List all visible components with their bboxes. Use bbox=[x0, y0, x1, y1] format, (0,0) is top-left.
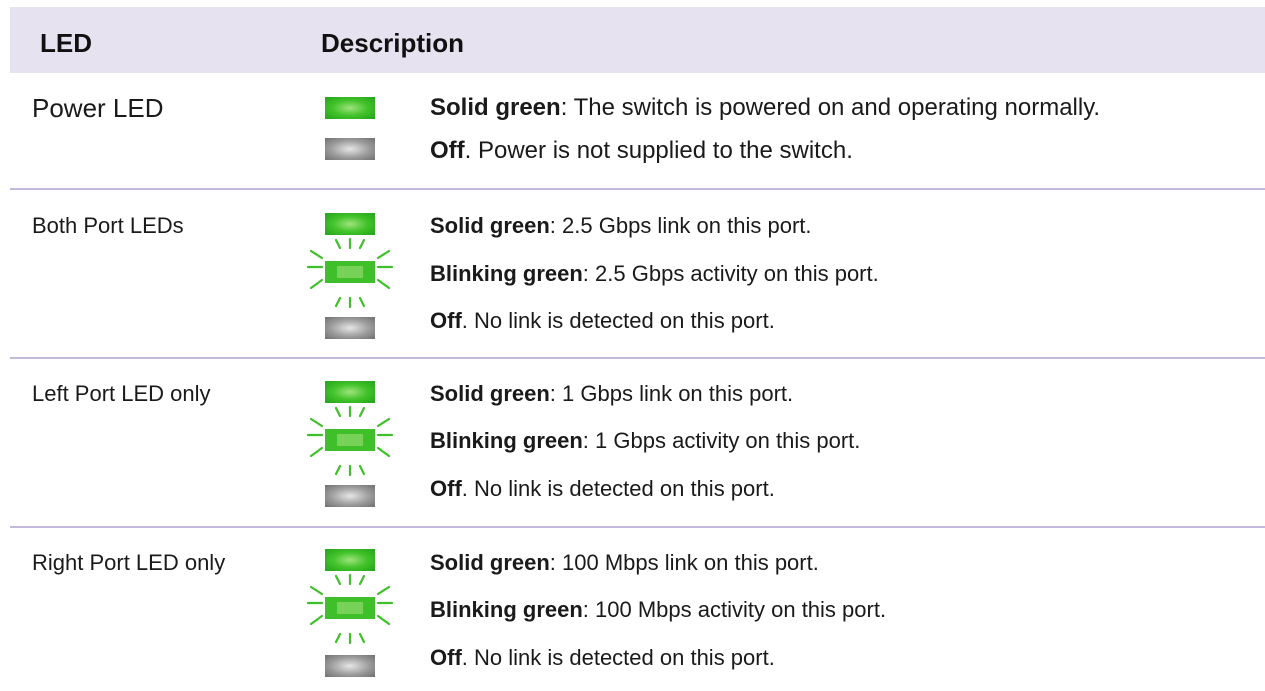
description-line: Blinking green: 1 Gbps activity on this … bbox=[430, 428, 861, 453]
row-divider bbox=[10, 188, 1265, 190]
row-name: Power LED bbox=[32, 93, 164, 123]
table-header: LED Description bbox=[10, 7, 1265, 73]
state-label: Blinking green bbox=[430, 597, 583, 622]
row-divider bbox=[10, 526, 1265, 528]
row-name: Left Port LED only bbox=[32, 381, 211, 406]
description-line: Solid green: The switch is powered on an… bbox=[430, 94, 1101, 121]
solid-green-led-icon bbox=[325, 97, 375, 119]
off-led-icon bbox=[325, 138, 375, 160]
state-label: Solid green bbox=[430, 550, 550, 575]
header-description: Description bbox=[321, 28, 465, 58]
state-label: Solid green bbox=[430, 94, 561, 121]
description-line: Blinking green: 2.5 Gbps activity on thi… bbox=[430, 261, 879, 286]
description-line: Off. Power is not supplied to the switch… bbox=[430, 137, 853, 164]
off-led-icon bbox=[325, 655, 375, 677]
description-line: Off. No link is detected on this port. bbox=[430, 476, 775, 501]
state-label: Solid green bbox=[430, 213, 550, 238]
state-label: Solid green bbox=[430, 381, 550, 406]
off-led-icon bbox=[325, 317, 375, 339]
description-line: Off. No link is detected on this port. bbox=[430, 308, 775, 333]
state-label: Blinking green bbox=[430, 428, 583, 453]
description-line: Solid green: 2.5 Gbps link on this port. bbox=[430, 213, 812, 238]
description-line: Off. No link is detected on this port. bbox=[430, 645, 775, 670]
description-line: Solid green: 1 Gbps link on this port. bbox=[430, 381, 794, 406]
state-label: Off bbox=[430, 476, 462, 501]
state-label: Off bbox=[430, 645, 462, 670]
solid-green-led-icon bbox=[325, 381, 375, 403]
description-line: Blinking green: 100 Mbps activity on thi… bbox=[430, 597, 887, 622]
row-name: Right Port LED only bbox=[32, 550, 226, 575]
state-label: Off bbox=[430, 308, 462, 333]
blinking-green-led-icon bbox=[306, 238, 394, 308]
state-label: Off bbox=[430, 137, 465, 164]
solid-green-led-icon bbox=[325, 549, 375, 571]
solid-green-led-icon bbox=[325, 213, 375, 235]
description-line: Solid green: 100 Mbps link on this port. bbox=[430, 550, 819, 575]
blinking-green-led-icon bbox=[306, 406, 394, 476]
row-name: Both Port LEDs bbox=[32, 213, 184, 238]
blinking-green-led-icon bbox=[306, 574, 394, 644]
header-led: LED bbox=[40, 28, 92, 58]
state-label: Blinking green bbox=[430, 261, 583, 286]
off-led-icon bbox=[325, 485, 375, 507]
row-divider bbox=[10, 357, 1265, 359]
